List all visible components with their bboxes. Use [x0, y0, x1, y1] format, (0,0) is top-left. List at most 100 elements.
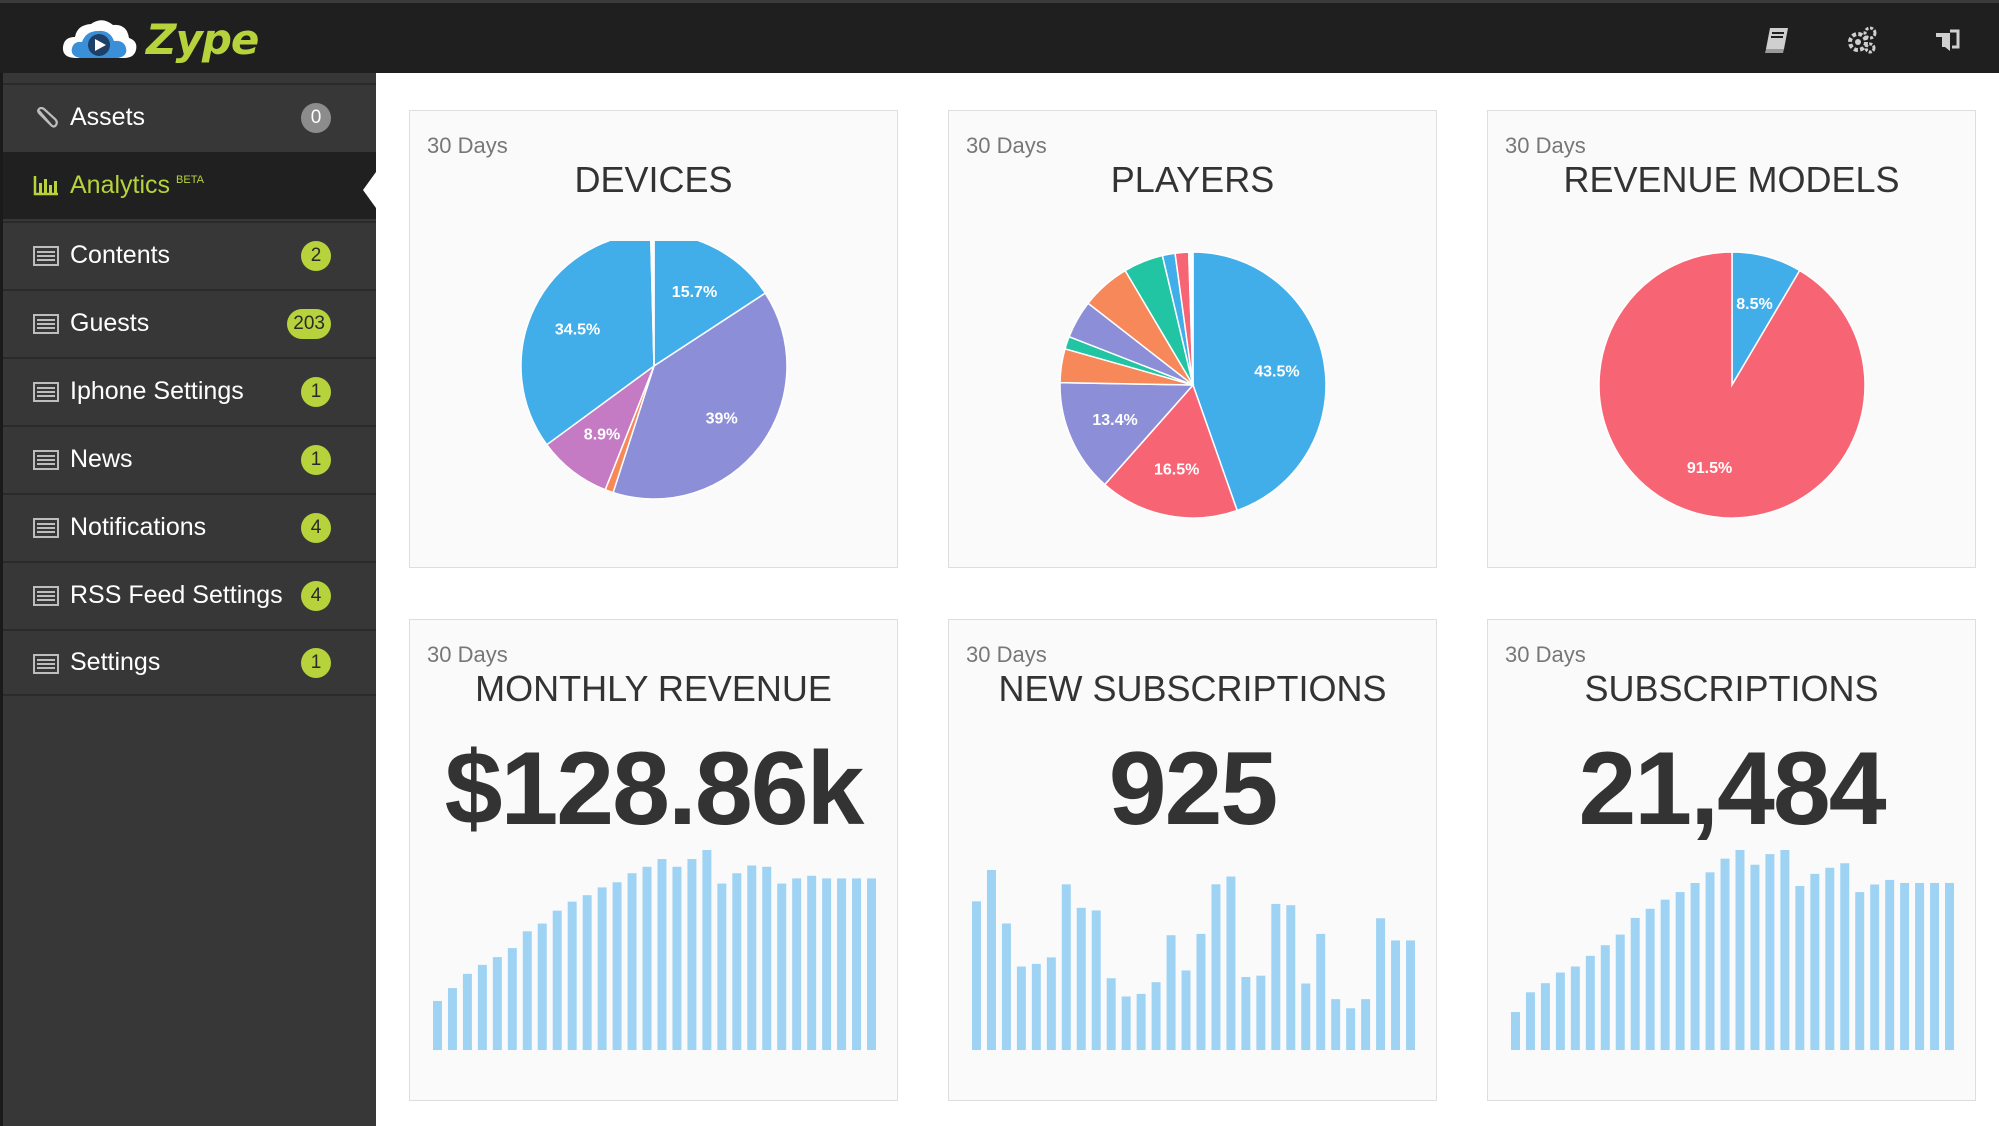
bar[interactable] [1031, 963, 1041, 1050]
bar[interactable] [1136, 993, 1146, 1050]
bar[interactable] [672, 866, 682, 1050]
bar[interactable] [1166, 935, 1176, 1050]
bar[interactable] [1256, 975, 1266, 1050]
bar[interactable] [777, 883, 787, 1050]
bar[interactable] [1825, 867, 1835, 1050]
bar[interactable] [1705, 872, 1715, 1050]
bar[interactable] [1121, 996, 1131, 1050]
bar[interactable] [867, 878, 877, 1050]
bar[interactable] [717, 883, 727, 1050]
bar[interactable] [971, 901, 981, 1050]
bar[interactable] [1690, 882, 1700, 1050]
bar[interactable] [1316, 933, 1326, 1050]
bar[interactable] [1660, 899, 1670, 1050]
bar[interactable] [567, 901, 577, 1050]
bar[interactable] [447, 988, 457, 1050]
bar[interactable] [1286, 905, 1296, 1050]
bar[interactable] [1106, 978, 1116, 1050]
bar[interactable] [1870, 884, 1880, 1050]
bar[interactable] [1346, 1008, 1356, 1050]
book-icon[interactable] [1762, 25, 1792, 55]
bar[interactable] [1795, 886, 1805, 1050]
zype-logo[interactable]: Zype [60, 13, 259, 65]
bar[interactable] [642, 866, 652, 1050]
bar[interactable] [747, 865, 757, 1050]
bar[interactable] [1930, 882, 1940, 1050]
bar[interactable] [507, 948, 517, 1050]
sidebar-item-guests[interactable]: Guests 203 [3, 289, 376, 356]
bar[interactable] [1391, 940, 1401, 1050]
bar[interactable] [1675, 892, 1685, 1050]
bar[interactable] [1061, 884, 1071, 1050]
sidebar-item-assets[interactable]: Assets 0 [3, 83, 376, 150]
bar[interactable] [1780, 850, 1790, 1050]
bar[interactable] [432, 1000, 442, 1050]
bar[interactable] [1585, 955, 1595, 1050]
bar[interactable] [582, 895, 592, 1050]
bar[interactable] [1765, 854, 1775, 1050]
bar[interactable] [1361, 999, 1371, 1050]
bar[interactable] [822, 878, 832, 1050]
bar[interactable] [1900, 882, 1910, 1050]
bar[interactable] [986, 870, 996, 1050]
bar[interactable] [657, 859, 667, 1050]
bar[interactable] [762, 866, 772, 1050]
sidebar-item-contents[interactable]: Contents 2 [3, 221, 376, 288]
bar[interactable] [807, 875, 817, 1050]
sidebar-item-iphone-settings[interactable]: Iphone Settings 1 [3, 357, 376, 424]
bar[interactable] [1615, 934, 1625, 1050]
bar[interactable] [522, 931, 532, 1050]
bar[interactable] [1570, 966, 1580, 1050]
bar[interactable] [1510, 1012, 1520, 1050]
bar[interactable] [1645, 908, 1655, 1050]
bar[interactable] [1810, 873, 1820, 1050]
bar[interactable] [1331, 999, 1341, 1050]
bar[interactable] [1750, 864, 1760, 1050]
bar[interactable] [1091, 910, 1101, 1050]
bar[interactable] [1406, 940, 1416, 1050]
bar[interactable] [1001, 923, 1011, 1050]
sidebar-item-rss-feed-settings[interactable]: RSS Feed Settings 4 [3, 561, 376, 628]
bar[interactable] [1226, 876, 1236, 1050]
bar[interactable] [462, 973, 472, 1050]
bar[interactable] [1915, 882, 1925, 1050]
bar[interactable] [1241, 976, 1251, 1050]
bar[interactable] [1046, 957, 1056, 1050]
bar[interactable] [1735, 850, 1745, 1050]
bar[interactable] [1376, 918, 1386, 1050]
bar[interactable] [1555, 972, 1565, 1050]
bar[interactable] [1525, 992, 1535, 1050]
bar[interactable] [1151, 982, 1161, 1050]
bar[interactable] [627, 873, 637, 1050]
bar[interactable] [1630, 917, 1640, 1050]
gears-icon[interactable] [1847, 25, 1877, 55]
sidebar-item-analytics[interactable]: Analytics BETA [3, 152, 376, 219]
bar[interactable] [687, 859, 697, 1050]
bar[interactable] [792, 878, 802, 1050]
sidebar-item-notifications[interactable]: Notifications 4 [3, 493, 376, 560]
bar[interactable] [612, 882, 622, 1050]
bar[interactable] [1301, 983, 1311, 1050]
pie-slice[interactable] [1598, 251, 1866, 519]
bar[interactable] [1211, 884, 1221, 1050]
bar[interactable] [702, 850, 712, 1050]
bar[interactable] [597, 887, 607, 1050]
bar[interactable] [852, 878, 862, 1050]
bar[interactable] [1600, 945, 1610, 1050]
signout-icon[interactable] [1932, 25, 1962, 55]
bar[interactable] [1196, 933, 1206, 1050]
bar[interactable] [1945, 882, 1955, 1050]
sidebar-item-settings[interactable]: Settings 1 [3, 629, 376, 696]
bar[interactable] [492, 957, 502, 1050]
bar[interactable] [1016, 966, 1026, 1050]
sidebar-item-news[interactable]: News 1 [3, 425, 376, 492]
bar[interactable] [1840, 863, 1850, 1050]
bar[interactable] [537, 923, 547, 1050]
bar[interactable] [1855, 892, 1865, 1050]
bar[interactable] [1076, 907, 1086, 1050]
bar[interactable] [552, 910, 562, 1050]
bar[interactable] [1271, 903, 1281, 1050]
bar[interactable] [1181, 970, 1191, 1050]
bar[interactable] [1885, 879, 1895, 1050]
bar[interactable] [732, 873, 742, 1050]
